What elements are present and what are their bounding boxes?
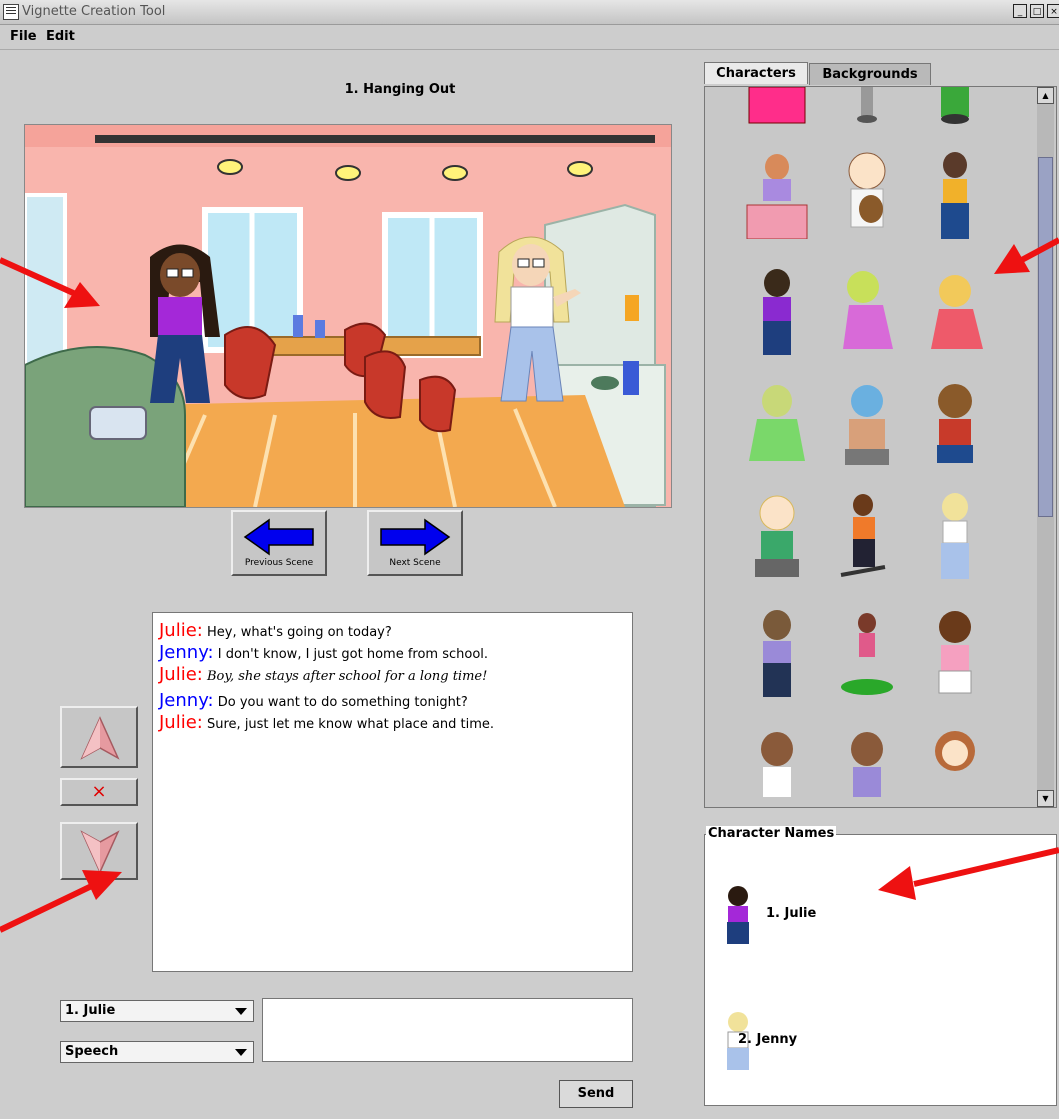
mode-select[interactable]: Speech (60, 1041, 254, 1063)
next-scene-button[interactable]: Next Scene (367, 510, 463, 576)
speaker-name: Julie: (159, 664, 203, 685)
dialogue-line[interactable]: Julie: Sure, just let me know what place… (159, 713, 626, 735)
annotation-arrow (0, 257, 100, 308)
character-thumbnail[interactable] (919, 607, 991, 697)
dialogue-line[interactable]: Julie: Hey, what's going on today? (159, 621, 626, 643)
palette-scrollbar[interactable]: ▲ ▼ (1037, 87, 1054, 807)
speaker-name: Julie: (159, 712, 203, 733)
dialogue-text: Boy, she stays after school for a long t… (207, 669, 488, 684)
chevron-down-icon (235, 1008, 247, 1015)
speaker-name: Jenny: (159, 642, 214, 663)
delete-icon: × (91, 781, 107, 802)
previous-scene-button[interactable]: Previous Scene (231, 510, 327, 576)
scroll-down-icon[interactable]: ▼ (1037, 790, 1054, 807)
close-icon[interactable]: × (1047, 4, 1059, 18)
julie-figure[interactable] (125, 237, 235, 407)
character-select-value: 1. Julie (65, 1003, 116, 1018)
speaker-name: Jenny: (159, 690, 214, 711)
dialogue-line[interactable]: Jenny: I don't know, I just got home fro… (159, 643, 626, 665)
annotation-arrow (0, 870, 122, 933)
annotation-arrow (878, 847, 1059, 900)
character-thumbnail[interactable] (741, 149, 813, 239)
character-thumbnail[interactable] (831, 379, 903, 469)
annotation-arrow (994, 237, 1059, 274)
window-menu-icon[interactable] (3, 4, 19, 20)
chevron-down-icon (235, 1049, 247, 1056)
scene-title: 1. Hanging Out (344, 82, 456, 97)
scroll-up-icon[interactable]: ▲ (1037, 87, 1054, 104)
previous-scene-label: Previous Scene (244, 558, 314, 568)
dialogue-text: Hey, what's going on today? (207, 625, 392, 640)
maximize-icon[interactable]: □ (1030, 4, 1044, 18)
scrollbar-thumb[interactable] (1038, 157, 1053, 517)
character-thumbnail[interactable] (919, 491, 991, 581)
mode-select-value: Speech (65, 1044, 119, 1059)
character-thumbnail[interactable] (741, 727, 813, 808)
send-button[interactable]: Send (559, 1080, 633, 1108)
arrow-up-icon (80, 716, 120, 760)
character-thumbnail[interactable] (831, 491, 903, 581)
menu-bar: File Edit (0, 25, 1059, 50)
minimize-icon[interactable]: _ (1013, 4, 1027, 18)
character-thumbnail[interactable] (741, 607, 813, 697)
character-thumbnail[interactable] (919, 379, 991, 469)
jenny-figure[interactable] (477, 227, 587, 405)
title-bar[interactable]: Vignette Creation Tool _ □ × (0, 0, 1059, 25)
character-thumbnail[interactable] (831, 149, 903, 239)
character-thumbnail[interactable] (919, 265, 991, 355)
tab-characters[interactable]: Characters (704, 62, 808, 84)
tab-backgrounds[interactable]: Backgrounds (809, 63, 931, 85)
menu-edit[interactable]: Edit (46, 29, 75, 44)
character-thumbnail[interactable] (919, 86, 991, 137)
scene-canvas[interactable] (24, 124, 672, 508)
arrow-left-icon (243, 518, 314, 556)
next-scene-label: Next Scene (389, 558, 441, 568)
dialogue-text: Do you want to do something tonight? (217, 695, 468, 710)
character-thumbnail[interactable] (919, 149, 991, 239)
character-thumbnail[interactable] (741, 379, 813, 469)
dialogue-text: Sure, just let me know what place and ti… (207, 717, 495, 732)
julie-avatar[interactable] (718, 886, 758, 946)
message-input[interactable] (262, 998, 633, 1062)
character-thumbnail[interactable] (741, 491, 813, 581)
dialogue-line[interactable]: Julie: Boy, she stays after school for a… (159, 665, 626, 687)
character-thumbnail[interactable] (831, 607, 903, 697)
character-name-julie[interactable]: 1. Julie (766, 906, 816, 921)
delete-line-button[interactable]: × (60, 778, 138, 806)
character-thumbnail[interactable] (831, 265, 903, 355)
menu-file[interactable]: File (10, 29, 37, 44)
character-thumbnail[interactable] (741, 265, 813, 355)
move-line-up-button[interactable] (60, 706, 138, 768)
character-thumbnail[interactable] (741, 86, 813, 137)
dialogue-text: I don't know, I just got home from schoo… (217, 647, 489, 662)
arrow-right-icon (380, 518, 451, 556)
character-select[interactable]: 1. Julie (60, 1000, 254, 1022)
app-window: Vignette Creation Tool _ □ × File Edit 1… (0, 0, 1059, 1119)
dialogue-transcript[interactable]: Julie: Hey, what's going on today? Jenny… (152, 612, 633, 972)
character-thumbnail[interactable] (831, 86, 903, 137)
character-names-legend: Character Names (706, 826, 837, 841)
character-thumbnail[interactable] (831, 727, 903, 808)
character-name-jenny[interactable]: 2. Jenny (738, 1032, 797, 1047)
speaker-name: Julie: (159, 620, 203, 641)
character-thumbnail[interactable] (919, 727, 991, 808)
window-title: Vignette Creation Tool (22, 4, 166, 19)
dialogue-line[interactable]: Jenny: Do you want to do something tonig… (159, 691, 626, 713)
character-palette[interactable]: ▲ ▼ (704, 86, 1057, 808)
